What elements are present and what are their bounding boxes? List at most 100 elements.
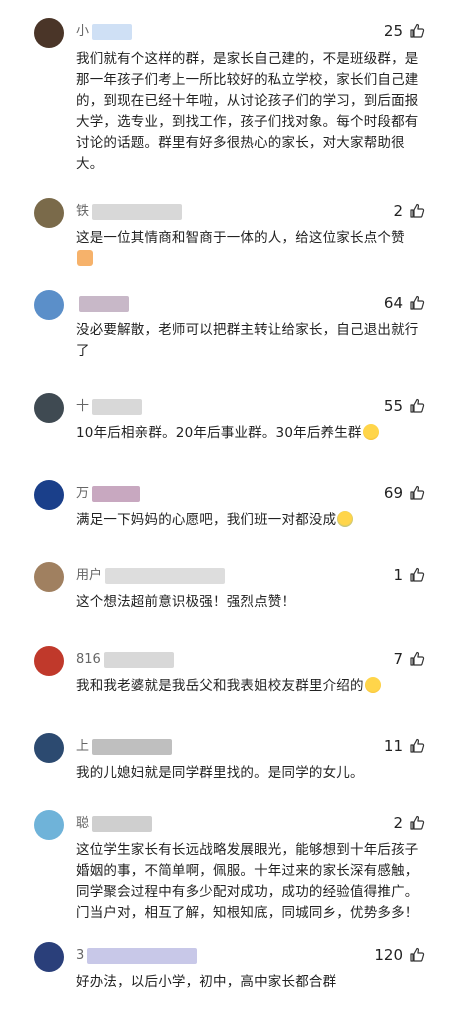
username-redaction	[79, 295, 129, 312]
comment-text: 我和我老婆就是我岳父和我表姐校友群里介绍的	[76, 676, 430, 697]
comment-line-text: 这是一位其情商和智商于一体的人，给这位家长点个赞	[76, 230, 405, 246]
comment-text: 我们就有个这样的群，是家长自己建的，不是班级群，是 那一年孩子们考上一所比较好的私…	[76, 49, 430, 175]
avatar[interactable]	[34, 810, 64, 840]
comment-line: 大。	[76, 154, 430, 175]
avatar[interactable]	[34, 290, 64, 320]
like-button[interactable]: 1	[393, 564, 425, 586]
username-redaction	[103, 651, 174, 668]
comment-line-text: 10年后相亲群。20年后事业群。30年后养生群	[76, 425, 362, 441]
like-button[interactable]: 11	[384, 735, 425, 757]
avatar[interactable]	[34, 393, 64, 423]
avatar[interactable]	[34, 18, 64, 48]
comment-line-text: 那一年孩子们考上一所比较好的私立学校，家长们自己建	[76, 72, 419, 88]
avatar[interactable]	[34, 562, 64, 592]
username-redaction	[87, 947, 198, 964]
avatar[interactable]	[34, 198, 64, 228]
username-text: 小	[76, 24, 90, 39]
like-button[interactable]: 64	[384, 292, 425, 314]
thumbs-up-icon	[409, 815, 425, 831]
username[interactable]: 铁	[76, 202, 183, 222]
comment-line-text: 我们就有个这样的群，是家长自己建的，不是班级群，是	[76, 51, 419, 67]
like-count: 2	[393, 814, 403, 832]
like-button[interactable]: 2	[393, 200, 425, 222]
comment-text: 我的儿媳妇就是同学群里找的。是同学的女儿。	[76, 763, 430, 784]
comment-line: 那一年孩子们考上一所比较好的私立学校，家长们自己建	[76, 70, 430, 91]
comment-line: 同学聚会过程中有多少配对成功，成功的经验值得推广。	[76, 882, 430, 903]
username-redaction	[92, 398, 143, 415]
comment-line: 讨论的话题。群里有好多很热心的家长，对大家帮助很	[76, 133, 430, 154]
username[interactable]: 万	[76, 484, 141, 504]
comment-line-text: 大。	[76, 156, 104, 172]
comment-line: 好办法，以后小学，初中，高中家长都合群	[76, 972, 430, 993]
username-text: 上	[76, 739, 90, 754]
username[interactable]: 十	[76, 397, 143, 417]
comment-line: 10年后相亲群。20年后事业群。30年后养生群	[76, 423, 430, 444]
avatar[interactable]	[34, 480, 64, 510]
thumbs-up-icon	[409, 567, 425, 583]
thumbs-up-emoji	[77, 250, 93, 266]
comment-line: 我们就有个这样的群，是家长自己建的，不是班级群，是	[76, 49, 430, 70]
comment-line-text: 讨论的话题。群里有好多很热心的家长，对大家帮助很	[76, 135, 405, 151]
like-count: 120	[374, 946, 403, 964]
comment-line-text: 我和我老婆就是我岳父和我表姐校友群里介绍的	[76, 678, 364, 694]
comment-text: 没必要解散，老师可以把群主转让给家长，自己退出就行了	[76, 320, 430, 362]
comment-line: 我和我老婆就是我岳父和我表姐校友群里介绍的	[76, 676, 430, 697]
username-redaction	[92, 23, 133, 40]
comment-line-text: 婚姻的事，不简单啊，佩服。十年过来的家长深有感触，	[76, 863, 419, 879]
comment-line-text: 了	[76, 343, 90, 359]
avatar[interactable]	[34, 646, 64, 676]
comment-line: 婚姻的事，不简单啊，佩服。十年过来的家长深有感触，	[76, 861, 430, 882]
comment-line-text: 同学聚会过程中有多少配对成功，成功的经验值得推广。	[76, 884, 419, 900]
like-count: 64	[383, 294, 403, 312]
username[interactable]: 聪	[76, 814, 153, 834]
username-redaction	[92, 203, 183, 220]
like-button[interactable]: 120	[374, 944, 425, 966]
like-count: 55	[383, 397, 403, 415]
like-count: 2	[393, 202, 403, 220]
username-text: 铁	[76, 204, 90, 219]
username[interactable]: 816	[76, 650, 174, 670]
username-redaction	[92, 738, 173, 755]
username-text: 816	[76, 652, 101, 667]
thumbs-up-icon	[409, 23, 425, 39]
username[interactable]: 上	[76, 737, 173, 757]
comment-line-text: 好办法，以后小学，初中，高中家长都合群	[76, 974, 337, 990]
comment-line-text: 大学，选专业，到找工作，孩子们找对象。每个时段都有	[76, 114, 419, 130]
username-redaction	[105, 567, 226, 584]
like-count: 7	[393, 650, 403, 668]
comment-line: 这位学生家长有长远战略发展眼光，能够想到十年后孩子	[76, 840, 430, 861]
like-button[interactable]: 7	[393, 648, 425, 670]
thumbs-up-icon	[409, 947, 425, 963]
username-text: 聪	[76, 816, 90, 831]
comment-text: 10年后相亲群。20年后事业群。30年后养生群	[76, 423, 430, 444]
username-text: 万	[76, 486, 90, 501]
username-redaction	[92, 485, 141, 502]
thumbs-up-icon	[409, 485, 425, 501]
avatar[interactable]	[34, 942, 64, 972]
comment-line-text: 门当户对，相互了解，知根知底，同城同乡，优势多多！	[76, 905, 419, 921]
username-redaction	[92, 815, 153, 832]
username-text: 3	[76, 948, 85, 963]
thumbs-up-icon	[409, 295, 425, 311]
comment-line-text: 这个想法超前意识极强！强烈点赞！	[76, 594, 296, 610]
comment-line: 没必要解散，老师可以把群主转让给家长，自己退出就行	[76, 320, 430, 341]
laughing-emoji	[362, 424, 379, 440]
like-button[interactable]: 55	[384, 395, 425, 417]
avatar[interactable]	[34, 733, 64, 763]
comment-line: 大学，选专业，到找工作，孩子们找对象。每个时段都有	[76, 112, 430, 133]
like-count: 25	[383, 22, 403, 40]
comment-text: 这位学生家长有长远战略发展眼光，能够想到十年后孩子婚姻的事，不简单啊，佩服。十年…	[76, 840, 430, 924]
username-text: 十	[76, 399, 90, 414]
comment-line-text: 我的儿媳妇就是同学群里找的。是同学的女儿。	[76, 765, 364, 781]
username[interactable]	[76, 294, 129, 314]
comment-text: 好办法，以后小学，初中，高中家长都合群	[76, 972, 430, 993]
like-button[interactable]: 2	[393, 812, 425, 834]
username[interactable]: 小	[76, 22, 133, 42]
username[interactable]: 3	[76, 946, 198, 966]
thumbs-up-icon	[409, 738, 425, 754]
thumbs-up-icon	[409, 651, 425, 667]
like-button[interactable]: 69	[384, 482, 425, 504]
like-button[interactable]: 25	[384, 20, 425, 42]
username[interactable]: 用户	[76, 566, 226, 586]
crying-laughing-emoji	[337, 511, 354, 527]
